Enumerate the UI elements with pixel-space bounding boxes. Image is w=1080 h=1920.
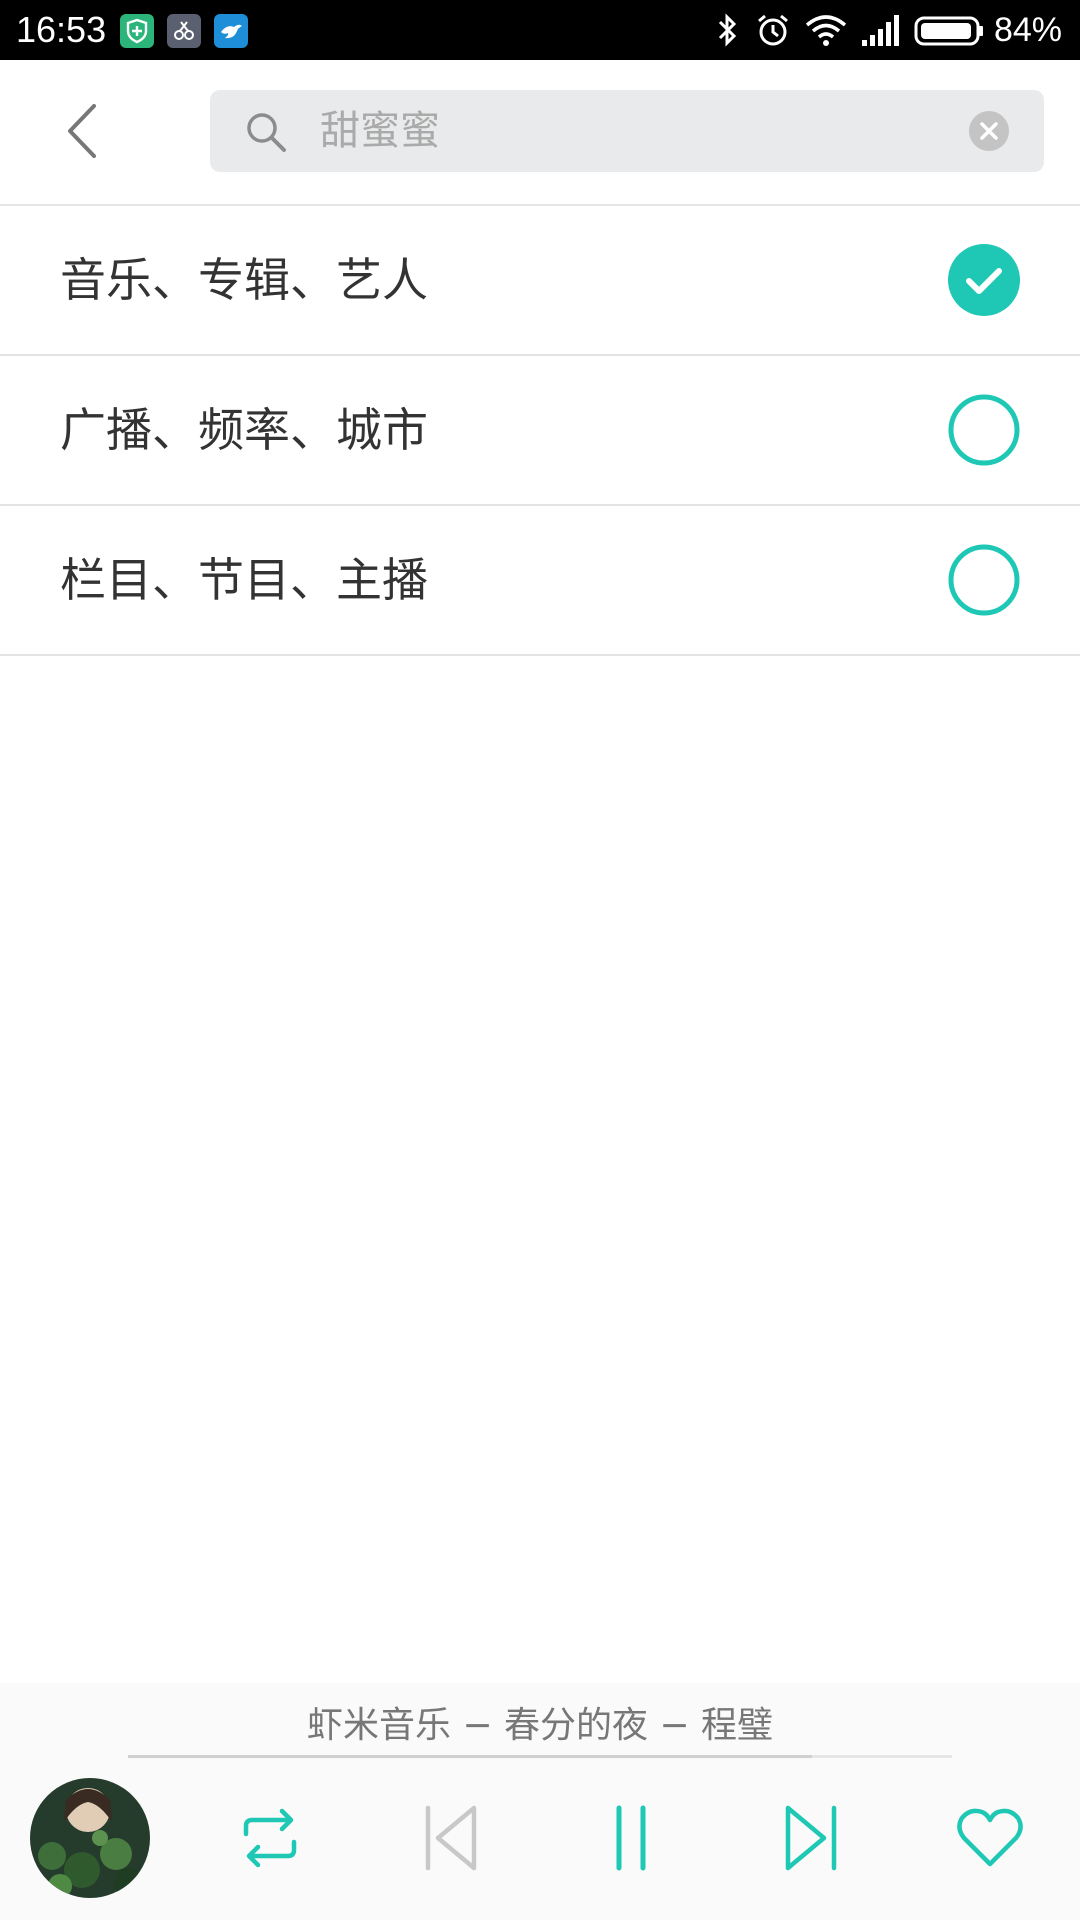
option-label: 栏目、节目、主播 bbox=[60, 553, 428, 607]
wifi-icon bbox=[804, 12, 848, 52]
option-label: 音乐、专辑、艺人 bbox=[60, 253, 428, 307]
radio-circle-icon[interactable] bbox=[948, 544, 1020, 616]
search-type-list: 音乐、专辑、艺人 广播、频率、城市 栏目、节目、主播 bbox=[0, 206, 1080, 656]
option-radio-frequency-city[interactable]: 广播、频率、城市 bbox=[0, 356, 1080, 506]
search-icon bbox=[244, 110, 288, 154]
close-icon bbox=[968, 111, 1010, 156]
status-time: 16:53 bbox=[16, 9, 107, 50]
option-column-program-host[interactable]: 栏目、节目、主播 bbox=[0, 506, 1080, 656]
chevron-left-icon bbox=[50, 104, 120, 170]
previous-button[interactable] bbox=[410, 1798, 490, 1878]
repeat-button[interactable] bbox=[230, 1798, 310, 1878]
radio-circle-icon[interactable] bbox=[948, 394, 1020, 466]
status-bar: 16:53 84% bbox=[0, 0, 1080, 60]
shield-app-icon bbox=[120, 14, 154, 48]
pause-button[interactable] bbox=[591, 1798, 671, 1878]
mini-player: 虾米音乐 − 春分的夜 − 程璧 bbox=[0, 1683, 1080, 1920]
alarm-icon bbox=[754, 12, 792, 52]
scissors-app-icon bbox=[167, 14, 201, 48]
search-header bbox=[0, 60, 1080, 206]
battery-icon bbox=[914, 16, 986, 50]
next-icon bbox=[772, 1805, 852, 1882]
option-label: 广播、频率、城市 bbox=[60, 403, 428, 457]
next-button[interactable] bbox=[772, 1798, 852, 1878]
signal-icon bbox=[860, 12, 902, 52]
progress-fill bbox=[128, 1755, 812, 1758]
now-playing-text[interactable]: 虾米音乐 − 春分的夜 − 程璧 bbox=[0, 1701, 1080, 1751]
repeat-icon bbox=[230, 1808, 310, 1882]
heart-icon bbox=[950, 1808, 1030, 1882]
battery-percent: 84% bbox=[993, 11, 1062, 49]
clear-search-button[interactable] bbox=[968, 110, 1010, 152]
back-button[interactable] bbox=[50, 96, 120, 166]
option-music-album-artist[interactable]: 音乐、专辑、艺人 bbox=[0, 206, 1080, 356]
bluetooth-icon bbox=[714, 12, 742, 52]
check-circle-icon[interactable] bbox=[948, 244, 1020, 316]
favorite-button[interactable] bbox=[950, 1798, 1030, 1878]
search-box[interactable] bbox=[210, 90, 1044, 172]
search-input[interactable] bbox=[320, 98, 960, 164]
album-art[interactable] bbox=[30, 1778, 150, 1898]
progress-bar bbox=[128, 1755, 952, 1758]
previous-icon bbox=[410, 1805, 490, 1882]
bird-app-icon bbox=[214, 14, 248, 48]
pause-icon bbox=[591, 1805, 671, 1882]
